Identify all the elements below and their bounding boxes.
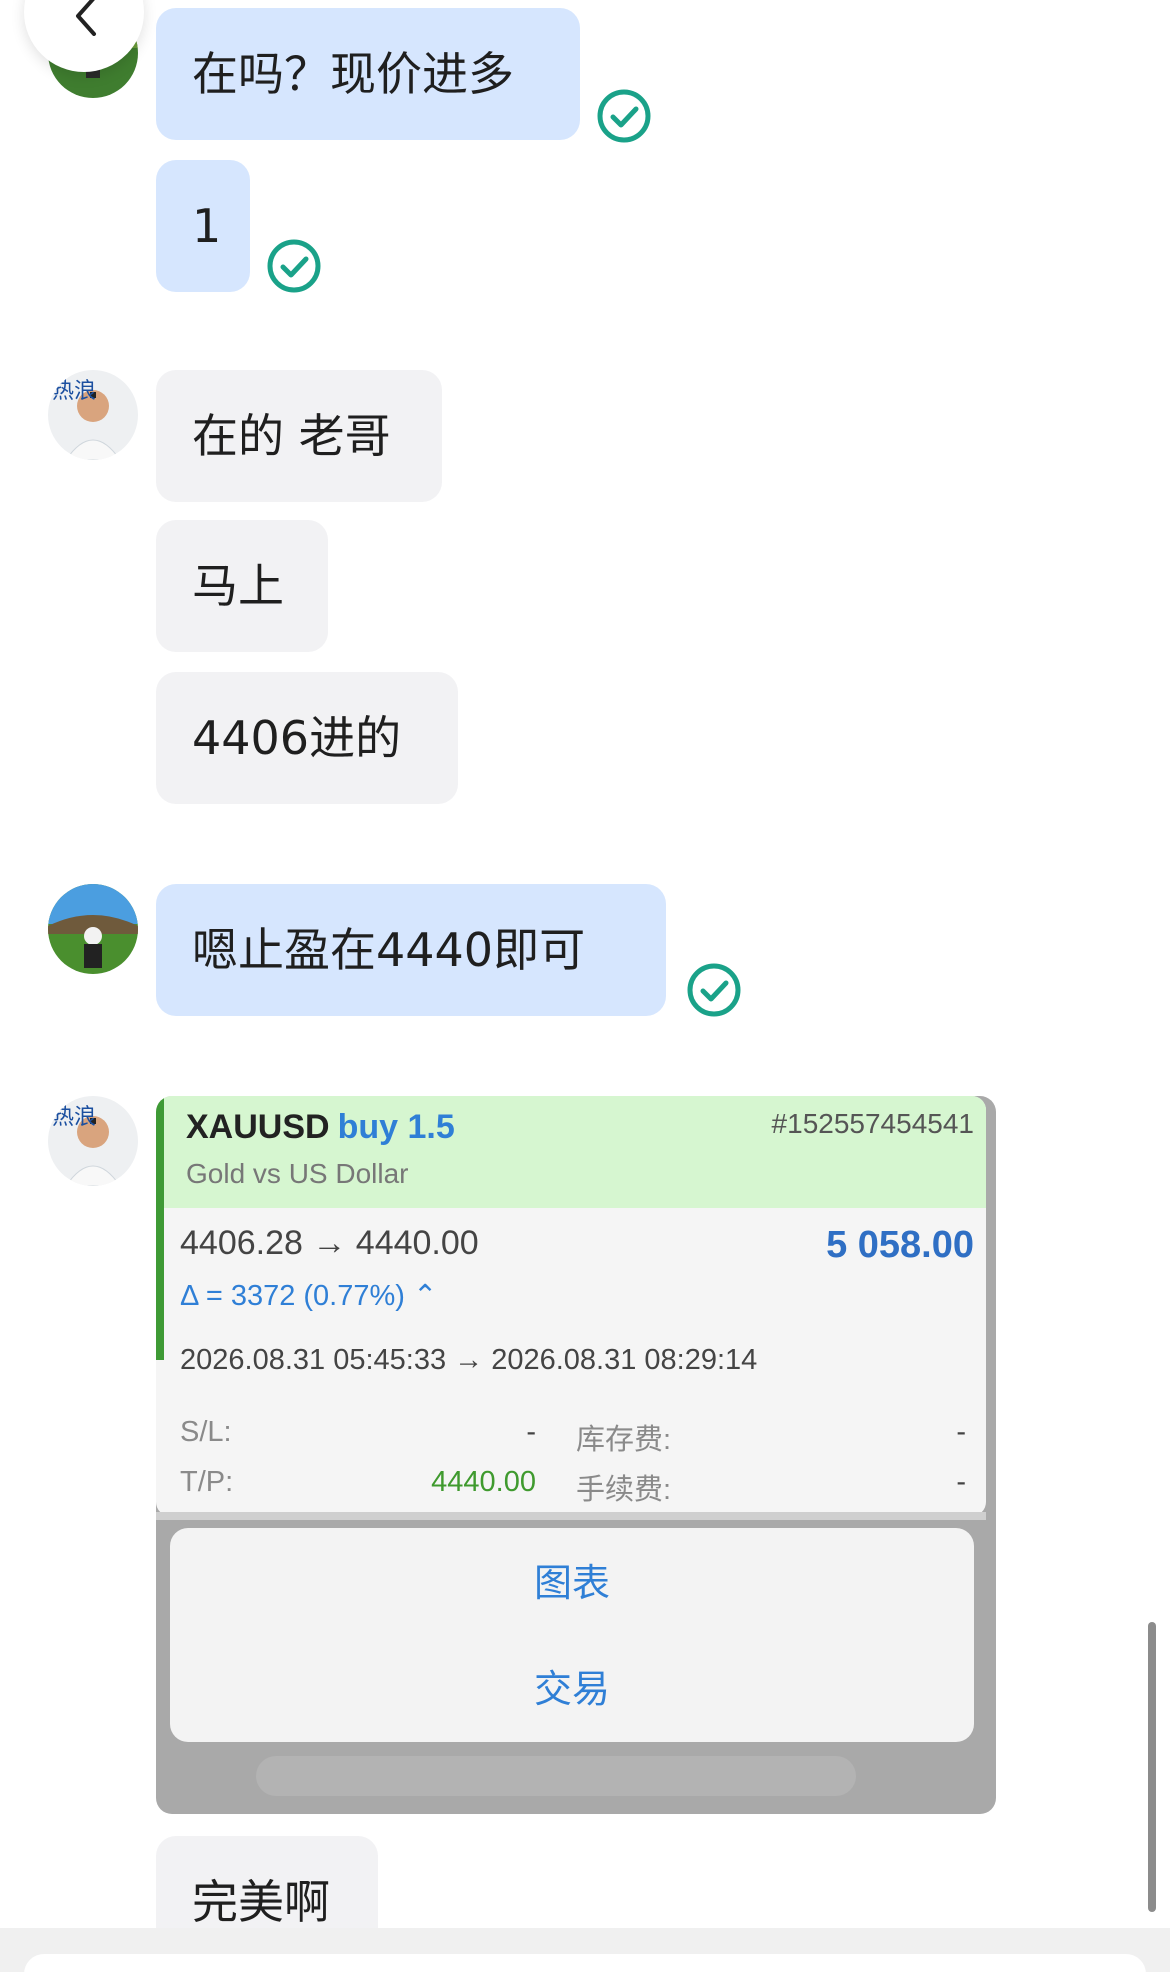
trade-prices: 4406.28 → 4440.00	[180, 1224, 479, 1262]
trade-instrument: Gold vs US Dollar	[186, 1158, 409, 1189]
swap-value: -	[956, 1416, 966, 1448]
message-bubble-received[interactable]: 马上	[156, 520, 328, 652]
trade-ticket: #152557454541	[771, 1108, 974, 1139]
card-divider	[156, 1512, 986, 1520]
message-text: 在吗？现价进多	[192, 47, 514, 101]
trade-symbol: XAUUSD	[186, 1108, 330, 1146]
trade-position-card: XAUUSD buy 1.5 #152557454541 Gold vs US D…	[156, 1096, 986, 1516]
message-text: 嗯止盈在4440即可	[192, 923, 586, 977]
trade-indicator-bar	[156, 1096, 164, 1360]
scrollbar[interactable]	[1148, 1622, 1156, 1912]
menu-item-chart[interactable]: 图表	[170, 1552, 974, 1607]
context-menu: 图表 交易	[170, 1528, 974, 1742]
blurred-background	[256, 1756, 856, 1796]
trade-side: buy 1.5	[337, 1108, 455, 1146]
contact-avatar[interactable]: 热浪	[48, 370, 138, 460]
message-bubble-received[interactable]: 4406进的	[156, 672, 458, 804]
fee-value: -	[956, 1466, 966, 1498]
trade-card-header: XAUUSD buy 1.5 #152557454541 Gold vs US D…	[164, 1096, 986, 1208]
message-bubble-sent[interactable]: 1	[156, 160, 250, 292]
message-text: 在的 老哥	[192, 409, 391, 463]
message-text: 完美啊	[192, 1875, 330, 1929]
my-avatar[interactable]	[48, 884, 138, 974]
avatar-text: 热浪	[52, 1105, 96, 1130]
message-bubble-sent[interactable]: 在吗？现价进多	[156, 8, 580, 140]
message-text: 4406进的	[192, 711, 402, 765]
check-circle-icon	[597, 89, 651, 143]
swap-label: 库存费:	[576, 1424, 672, 1456]
image-message-trade-screenshot[interactable]: XAUUSD buy 1.5 #152557454541 Gold vs US D…	[156, 1096, 996, 1814]
trade-times: 2026.08.31 05:45:33 → 2026.08.31 08:29:1…	[180, 1344, 758, 1376]
chevron-left-icon	[76, 0, 96, 36]
tp-label: T/P:	[180, 1466, 234, 1498]
message-text: 马上	[192, 559, 284, 613]
contact-avatar[interactable]: 热浪	[48, 1096, 138, 1186]
message-input[interactable]	[24, 1954, 1146, 1972]
check-circle-icon	[687, 963, 741, 1017]
message-bubble-sent[interactable]: 嗯止盈在4440即可	[156, 884, 666, 1016]
check-circle-icon	[267, 239, 321, 293]
fee-label: 手续费:	[576, 1474, 672, 1506]
message-text: 1	[192, 199, 222, 253]
menu-item-trade[interactable]: 交易	[170, 1658, 974, 1713]
trade-delta: Δ = 3372 (0.77%) ⌃	[180, 1280, 438, 1312]
message-bubble-received[interactable]: 在的 老哥	[156, 370, 442, 502]
tp-value: 4440.00	[431, 1466, 536, 1498]
avatar-text: 热浪	[52, 379, 96, 404]
sl-value: -	[526, 1416, 536, 1448]
sl-label: S/L:	[180, 1416, 232, 1448]
trade-profit: 5 058.00	[826, 1224, 974, 1266]
